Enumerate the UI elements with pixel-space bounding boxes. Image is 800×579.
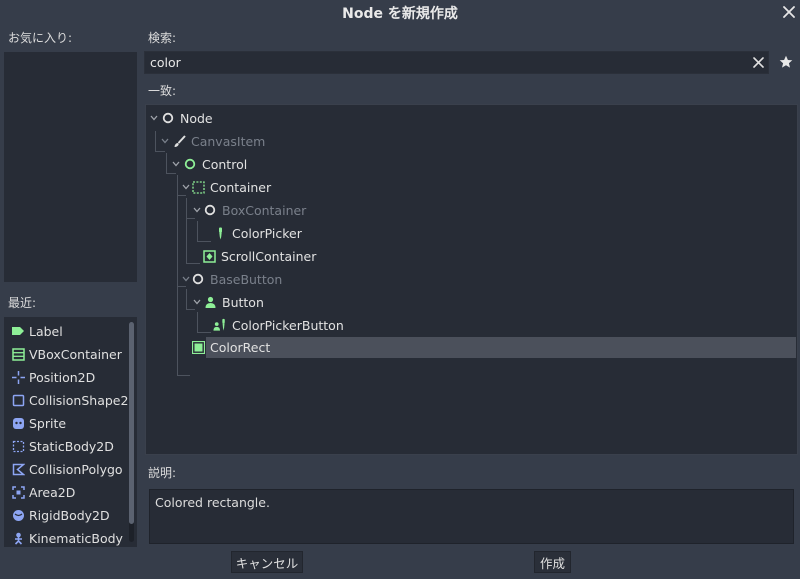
tree-item-label: ColorPicker	[232, 225, 302, 241]
cancel-button[interactable]: キャンセル	[231, 551, 303, 573]
vbox-container-icon	[11, 347, 25, 361]
recent-item-staticbody2d[interactable]: StaticBody2D	[4, 435, 130, 457]
tree-item-control[interactable]: Control	[171, 154, 247, 174]
control-icon	[183, 157, 197, 171]
button-icon	[203, 295, 217, 309]
selection-highlight	[206, 337, 796, 358]
recent-item-text: CollisionShape2	[29, 392, 129, 408]
favorites-list[interactable]	[4, 52, 137, 282]
chevron-down-icon[interactable]	[171, 159, 181, 169]
static-body-icon	[11, 439, 25, 453]
recent-item-collisionpolygon[interactable]: CollisionPolygo	[4, 458, 130, 480]
chevron-down-icon[interactable]	[192, 205, 202, 215]
tree-item-scrollcontainer[interactable]: ScrollContainer	[202, 246, 316, 266]
recent-item-area2d[interactable]: Area2D	[4, 481, 130, 503]
recent-list[interactable]: Label VBoxContainer Position2D Collision…	[4, 317, 137, 547]
chevron-down-icon[interactable]	[181, 274, 191, 284]
favorite-toggle-button[interactable]	[778, 54, 794, 70]
tree-item-label: ColorPickerButton	[232, 317, 344, 333]
description-label: 説明:	[148, 466, 177, 480]
recent-item-text: Sprite	[29, 415, 67, 431]
rigid-body-icon	[11, 508, 25, 522]
color-rect-icon	[191, 341, 205, 355]
close-button[interactable]	[778, 1, 800, 23]
tree-item-canvasitem[interactable]: CanvasItem	[160, 131, 265, 151]
close-icon	[783, 6, 795, 18]
recent-item-text: Position2D	[29, 369, 96, 385]
chevron-down-icon[interactable]	[192, 297, 202, 307]
tree-item-label: ColorRect	[210, 340, 271, 355]
collision-shape-icon	[11, 393, 25, 407]
recent-item-text: CollisionPolygo	[29, 461, 123, 477]
color-picker-icon	[213, 226, 227, 240]
tree-item-colorrect[interactable]: ColorRect	[191, 337, 796, 358]
recent-item-collisionshape2d[interactable]: CollisionShape2	[4, 389, 130, 411]
recent-item-text: Area2D	[29, 484, 76, 500]
title-bar: Node を新規作成	[0, 0, 800, 24]
tree-item-button[interactable]: Button	[192, 292, 264, 312]
recent-item-rigidbody2d[interactable]: RigidBody2D	[4, 504, 130, 526]
clear-icon	[752, 56, 764, 68]
tree-item-node[interactable]: Node	[149, 108, 213, 128]
box-container-icon	[203, 203, 217, 217]
recent-item-text: KinematicBody	[29, 530, 123, 546]
description-text: Colored rectangle.	[149, 489, 794, 544]
search-label: 検索:	[148, 31, 177, 45]
chevron-down-icon[interactable]	[181, 182, 191, 192]
position2d-icon	[11, 370, 25, 384]
favorites-label: お気に入り:	[8, 31, 73, 45]
collision-polygon-icon	[11, 462, 25, 476]
recent-item-position2d[interactable]: Position2D	[4, 366, 130, 388]
tree-item-label: ScrollContainer	[221, 248, 317, 264]
container-icon	[191, 180, 205, 194]
tree-item-boxcontainer[interactable]: BoxContainer	[192, 200, 306, 220]
star-icon	[779, 55, 793, 68]
recent-item-sprite[interactable]: Sprite	[4, 412, 130, 434]
recent-item-text: RigidBody2D	[29, 507, 110, 523]
kinematic-body-icon	[11, 531, 25, 545]
tree-item-colorpicker[interactable]: ColorPicker	[213, 223, 302, 243]
tree-item-label: Container	[210, 179, 272, 195]
tree-item-label: Button	[222, 294, 264, 310]
tree-item-label: CanvasItem	[191, 133, 266, 149]
search-input[interactable]	[145, 55, 735, 70]
create-button[interactable]: 作成	[534, 551, 571, 573]
search-box[interactable]	[144, 51, 769, 74]
chevron-down-icon[interactable]	[149, 113, 159, 123]
recent-item-label[interactable]: Label	[4, 320, 130, 342]
clear-search-button[interactable]	[750, 54, 766, 70]
tree-item-basebutton[interactable]: BaseButton	[181, 269, 282, 289]
recent-item-text: StaticBody2D	[29, 438, 114, 454]
canvas-item-icon	[172, 134, 186, 148]
recent-item-vboxcontainer[interactable]: VBoxContainer	[4, 343, 130, 365]
tree-item-label: BoxContainer	[222, 202, 307, 218]
matches-tree[interactable]: Node CanvasItem Control Container BoxCon…	[145, 104, 798, 455]
chevron-down-icon[interactable]	[160, 136, 170, 146]
color-picker-button-icon	[213, 318, 227, 332]
dialog-title: Node を新規作成	[342, 6, 458, 22]
recent-item-text: VBoxContainer	[29, 346, 122, 362]
tree-item-label: Node	[180, 110, 213, 126]
recent-item-kinematicbody[interactable]: KinematicBody	[4, 527, 130, 547]
tree-item-label: Control	[202, 156, 248, 172]
recent-item-text: Label	[29, 323, 63, 339]
base-button-icon	[191, 272, 205, 286]
tree-item-label: BaseButton	[210, 271, 283, 287]
matches-label: 一致:	[148, 84, 177, 98]
node-icon	[161, 111, 175, 125]
tree-item-colorpickerbutton[interactable]: ColorPickerButton	[213, 315, 344, 335]
recent-label: 最近:	[8, 296, 37, 310]
scroll-container-icon	[202, 249, 216, 263]
sprite-icon	[11, 416, 25, 430]
label-icon	[11, 324, 25, 338]
recent-scrollbar-thumb[interactable]	[129, 322, 134, 524]
tree-item-container[interactable]: Container	[181, 177, 271, 197]
area2d-icon	[11, 485, 25, 499]
